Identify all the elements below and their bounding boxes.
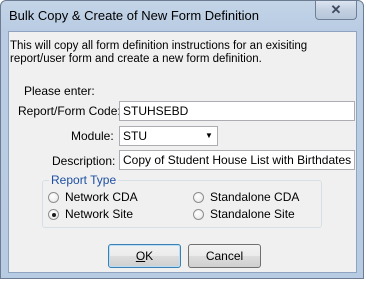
- intro-text: This will copy all form definition instr…: [10, 40, 308, 65]
- title-bar[interactable]: Bulk Copy & Create of New Form Definitio…: [1, 1, 363, 31]
- module-label: Module:: [71, 129, 114, 143]
- radio-button-selected-icon[interactable]: [48, 209, 59, 220]
- dialog-body: This will copy all form definition instr…: [8, 31, 357, 273]
- radio-standalone-cda[interactable]: Standalone CDA: [193, 190, 299, 204]
- report-form-code-label: Report/Form Code:: [18, 104, 121, 118]
- cancel-button-label: Cancel: [205, 249, 244, 263]
- close-button[interactable]: ✕: [315, 1, 357, 20]
- radio-label: Standalone CDA: [210, 190, 300, 204]
- radio-button-icon[interactable]: [193, 192, 204, 203]
- report-form-code-input[interactable]: STUHSEBD: [119, 101, 355, 121]
- radio-network-cda[interactable]: Network CDA: [48, 190, 138, 204]
- module-select-value: STU: [123, 129, 147, 143]
- radio-button-icon[interactable]: [193, 209, 204, 220]
- close-icon: ✕: [330, 2, 342, 17]
- window-title: Bulk Copy & Create of New Form Definitio…: [9, 8, 259, 23]
- report-type-legend: Report Type: [49, 173, 119, 187]
- ok-button[interactable]: OK: [108, 244, 181, 268]
- description-label: Description:: [52, 154, 116, 168]
- radio-network-site[interactable]: Network Site: [48, 207, 133, 221]
- module-select[interactable]: STU ▼: [119, 126, 218, 146]
- radio-standalone-site[interactable]: Standalone Site: [193, 207, 295, 221]
- radio-label: Network CDA: [65, 190, 138, 204]
- report-type-group: Report Type Network CDA Standalone CDA N…: [42, 173, 322, 228]
- dialog-window: Bulk Copy & Create of New Form Definitio…: [0, 0, 364, 279]
- radio-button-icon[interactable]: [48, 192, 59, 203]
- radio-label: Network Site: [65, 207, 134, 221]
- description-input[interactable]: Copy of Student House List with Birthdat…: [119, 150, 355, 170]
- ok-button-label: OK: [135, 249, 154, 263]
- cancel-button[interactable]: Cancel: [188, 244, 261, 268]
- please-enter-label: Please enter:: [24, 84, 95, 98]
- radio-label: Standalone Site: [210, 207, 295, 221]
- chevron-down-icon[interactable]: ▼: [201, 127, 217, 145]
